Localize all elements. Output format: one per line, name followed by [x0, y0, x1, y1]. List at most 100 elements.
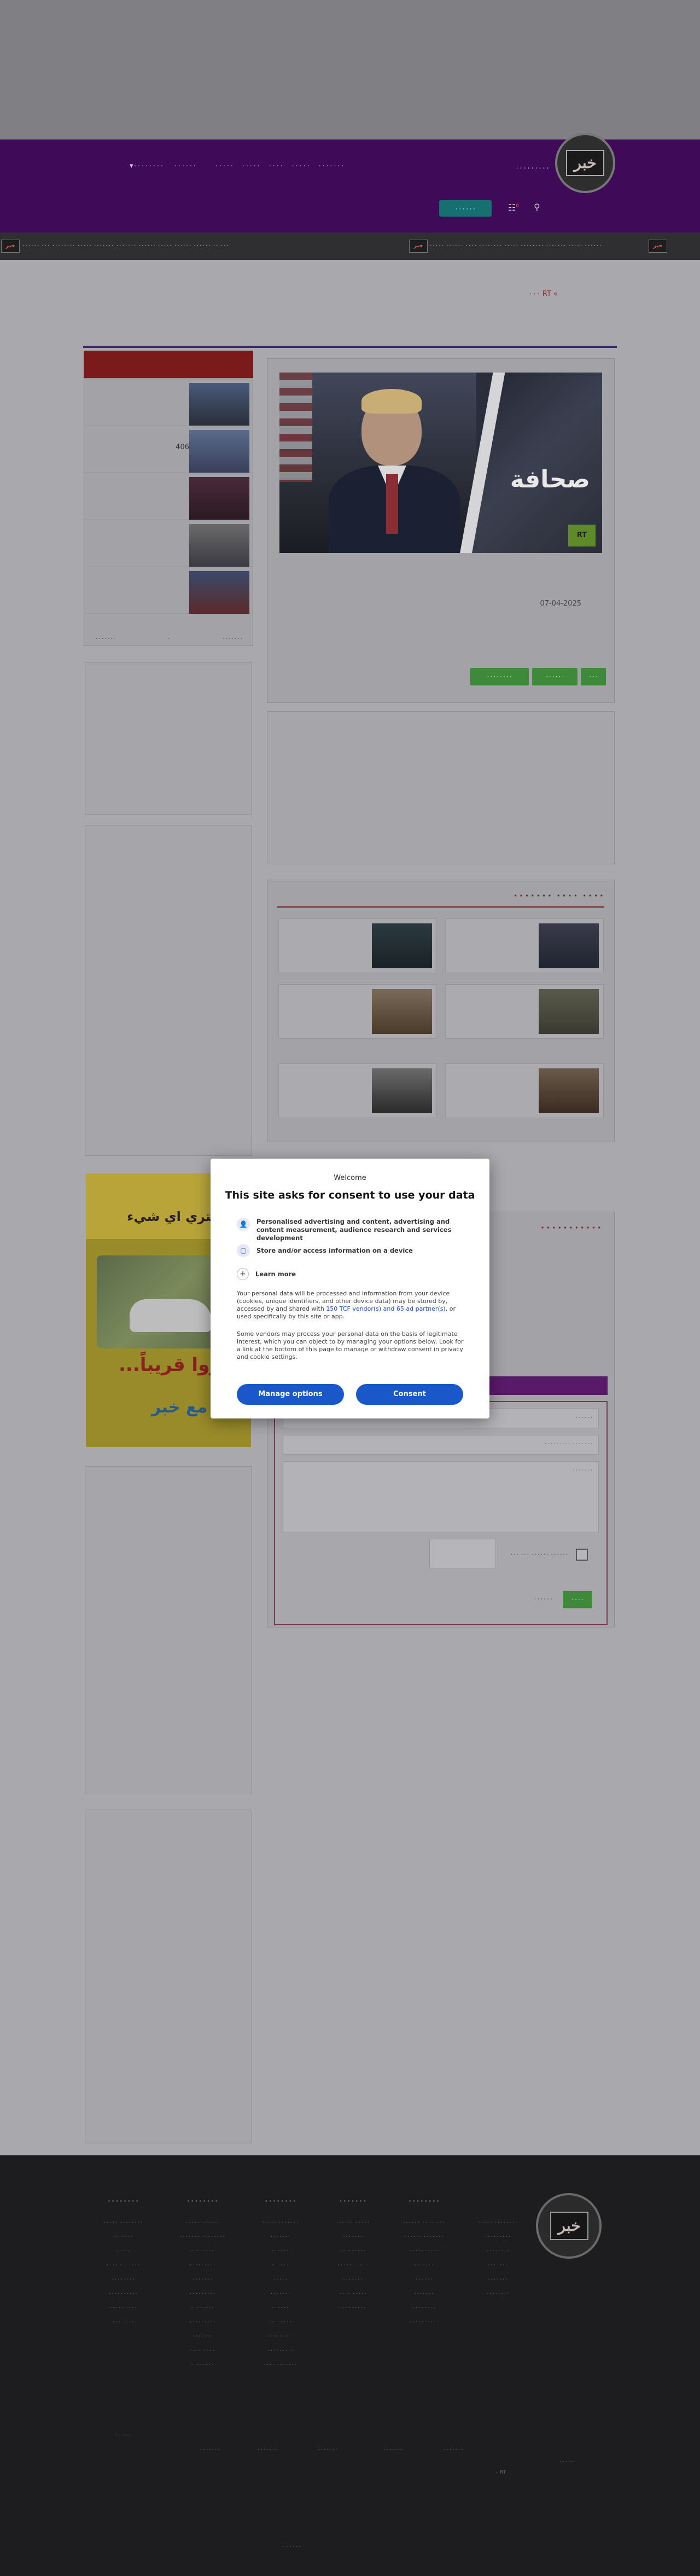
footer-link[interactable]: ٠٠٠٠٠٠ — [246, 2244, 314, 2258]
comment-textarea[interactable]: ٠٠٠٠٠٠٠ — [283, 1461, 599, 1532]
action-button[interactable]: ٠٠٠٠٠٠ — [532, 668, 578, 685]
footer-link[interactable]: ٠٠٠٠٠٠٠٠ — [164, 2301, 241, 2315]
footer-link[interactable]: ٠٠٠٠٠٠٠ ٠٠٠٠ — [246, 2358, 314, 2372]
footer-link[interactable]: ٠٠٠٠٠٠٠٠ — [164, 2358, 241, 2372]
footer-link[interactable]: ٠٠٠٠٠٠٠٠ ٠٠٠٠٠٠٠ — [164, 2230, 241, 2244]
footer-link[interactable]: ٠٠٠٠٠٠٠٠ — [465, 2244, 530, 2258]
footer-link[interactable]: ٠٠٠٠٠٠٠٠ — [386, 2301, 462, 2315]
ad-slot[interactable] — [85, 825, 252, 1156]
footer-link[interactable]: ٠٠٠٠٠٠٠ ٠٠٠٠٠٠ — [386, 2230, 462, 2244]
footer-link[interactable]: ٠٠٠٠٠٠ — [246, 2301, 314, 2315]
ticker-headline[interactable]: ٠٠٠٠٠٠ ٠٠٠٠٠ ٠٠٠٠٠٠٠ ٠٠٠٠٠٠٠٠ ٠٠٠٠٠ ٠٠٠٠… — [429, 242, 602, 248]
footer-bottom-link[interactable]: ٠٠٠٠٠٠٠ — [200, 2446, 220, 2452]
ad-slot[interactable] — [267, 711, 615, 864]
footer-link[interactable]: ٠٠٠٠٠٠٠٠٠٠ — [386, 2244, 462, 2258]
footer-link[interactable]: ٠٠٠٠٠ ٠٠٠٠ — [320, 2287, 386, 2301]
footer-link[interactable]: ٠٠٠٠٠٠٠ — [386, 2287, 462, 2301]
footer-link[interactable]: ٠٠٠٠٠٠٠ — [88, 2230, 159, 2244]
footer-link[interactable]: ٠٠٠٠٠ — [88, 2244, 159, 2258]
learn-more-toggle[interactable]: + Learn more — [237, 1268, 296, 1280]
ad-slot[interactable] — [85, 1466, 252, 1794]
cart-icon[interactable]: ☷0 — [508, 202, 518, 213]
footer-link[interactable]: ٠٠٠٠٠٠٠٠ — [465, 2287, 530, 2301]
action-button[interactable]: ٠٠٠٠٠٠٠٠ — [470, 668, 529, 685]
footer-link[interactable]: ٠٠٠٠٠٠٠٠٠ — [320, 2301, 386, 2315]
footer-link[interactable]: ٠٠٠٠٠٠٠ — [164, 2272, 241, 2287]
ad-slot[interactable] — [85, 662, 252, 815]
footer-link[interactable]: ٠٠٠٠٠٠٠ — [386, 2258, 462, 2272]
footer-link[interactable]: ٠٠٠٠٠ ٠٠٠٠٠٠ — [320, 2216, 386, 2230]
related-item[interactable] — [445, 1063, 604, 1118]
footer-link[interactable]: ٠٠٠٠٠٠٠ ٠٠٠٠٠ — [246, 2216, 314, 2230]
manage-options-button[interactable]: Manage options — [237, 1384, 344, 1405]
footer-link[interactable]: ٠٠٠٠٠٠٠ — [320, 2272, 386, 2287]
footer-link[interactable]: ٠٠٠٠٠٠٠٠٠ — [246, 2344, 314, 2358]
footer-link[interactable]: ٠٠٠٠٠٠ — [246, 2258, 314, 2272]
footer-link[interactable]: ٠٠٠٠٠٠٠ — [320, 2230, 386, 2244]
footer-link[interactable]: ٠٠٠٠٠٠٠٠ — [246, 2315, 314, 2329]
sidebar-footer-link[interactable]: ٠٠٠٠٠٠٠ — [95, 636, 116, 642]
related-item[interactable] — [445, 918, 604, 973]
cancel-button[interactable]: ٠٠٠٠٠٠ — [534, 1595, 553, 1602]
footer-link[interactable]: ٠٠٠٠٠٠٠ — [164, 2329, 241, 2344]
footer-link[interactable]: ٠٠٠٠٠٠٠٠٠٠ — [88, 2287, 159, 2301]
list-item[interactable] — [84, 379, 254, 426]
footer-link[interactable]: ٠٠٠٠٠٠٠٠٠ — [320, 2244, 386, 2258]
consent-button[interactable]: Consent — [356, 1384, 463, 1405]
related-item[interactable] — [278, 1063, 437, 1118]
sidebar-footer-link[interactable]: ٠٠٠٠٠٠٠ — [222, 636, 243, 642]
list-item[interactable] — [84, 520, 254, 567]
nav-item[interactable]: ٠٠٠٠٠ — [241, 162, 260, 170]
nav-item[interactable]: ٠٠٠٠ — [268, 162, 283, 170]
footer-bottom-link[interactable]: ٠٠٠٠٠٠٠ — [443, 2446, 464, 2452]
footer-link[interactable]: ٠٠٠٠٠٠٠٠٠ — [164, 2258, 241, 2272]
footer-logo[interactable]: خبر — [536, 2193, 602, 2259]
footer-link[interactable]: ٠٠٠٠ ٠٠٠٠ — [164, 2344, 241, 2358]
recaptcha-widget[interactable] — [429, 1539, 496, 1568]
footer-link[interactable]: ٠٠٠٠٠٠٠ — [246, 2287, 314, 2301]
footer-link[interactable]: ٠٠٠٠٠٠ ٠٠٠٠٠ — [164, 2216, 241, 2230]
footer-link[interactable]: ٠٠٠٠٠٠٠٠٠ — [164, 2315, 241, 2329]
vendors-link[interactable]: 150 TCF vendor(s) and 65 ad partner(s) — [326, 1305, 445, 1312]
footer-link[interactable]: ٠٠٠٠٠ ٠٠٠٠٠ — [320, 2258, 386, 2272]
ticker-headline[interactable]: ٠٠٠ ٠٠ ٠٠٠٠٠٠ ٠٠٠٠٠٠ ٠٠٠٠٠ ٠٠٠٠٠٠ ٠٠٠٠٠٠… — [22, 242, 229, 248]
footer-link[interactable]: ٠٠٠٠٠٠٠٠ ٠٠٠٠٠ — [465, 2216, 530, 2230]
footer-link[interactable]: ٠٠٠٠٠٠٠ — [246, 2230, 314, 2244]
footer-link[interactable]: ٠٠٠٠ ٠٠٠٠٠ — [88, 2301, 159, 2315]
footer-bottom-link[interactable]: ٠٠٠٠٠٠٠ — [257, 2446, 278, 2452]
footer-link[interactable]: ٠٠٠٠٠٠٠٠٠ — [465, 2230, 530, 2244]
nav-top-right[interactable]: ٠٠٠٠٠٠٠٠٠ — [515, 162, 550, 172]
terms-checkbox[interactable] — [576, 1549, 588, 1561]
email-field[interactable]: ٠٠٠٠٠٠٠ ٠٠٠٠٠٠٠٠٠ — [283, 1435, 599, 1455]
footer-link[interactable]: ٠٠٠٠٠٠٠ — [465, 2258, 530, 2272]
related-item[interactable] — [278, 984, 437, 1039]
footer-link[interactable]: ٠٠٠٠٠٠٠ — [465, 2272, 530, 2287]
list-item[interactable] — [84, 473, 254, 520]
footer-rt-link[interactable]: ٠ RT — [495, 2469, 506, 2475]
related-item[interactable] — [278, 918, 437, 973]
related-item[interactable] — [445, 984, 604, 1039]
footer-link[interactable]: ٠٠٠٠٠٠٠ ٠٠٠٠ — [88, 2258, 159, 2272]
footer-link[interactable]: ٠٠٠٠٠٠٠٠ — [164, 2244, 241, 2258]
action-button[interactable]: ٠٠٠ — [581, 668, 606, 685]
list-item[interactable]: 406 — [84, 426, 254, 473]
site-logo[interactable]: خبر — [555, 133, 615, 193]
footer-link[interactable]: ٠٠٠٠٠ — [246, 2272, 314, 2287]
nav-more-dropdown[interactable]: ▾٠٠٠٠٠٠٠٠ — [130, 162, 164, 170]
footer-link[interactable]: ٠٠٠٠٠٠٠٠٠٠ — [386, 2315, 462, 2329]
live-button[interactable]: ٠٠٠٠٠٠ — [439, 200, 492, 217]
footer-link[interactable]: ٠٠٠٠٠ ٠٠٠٠ — [246, 2329, 314, 2344]
nav-item[interactable]: ٠٠٠٠٠٠ — [173, 162, 196, 170]
search-icon[interactable]: ⚲ — [534, 202, 540, 212]
footer-link[interactable]: ٠٠٠٠٠٠ — [386, 2272, 462, 2287]
nav-item[interactable]: ٠٠٠٠٠ — [214, 162, 234, 170]
nav-item[interactable]: ٠٠٠٠٠٠٠ — [318, 162, 345, 170]
footer-bottom-link[interactable]: ٠٠٠٠٠٠٠ — [317, 2446, 338, 2452]
list-item[interactable] — [84, 567, 254, 614]
breadcrumb[interactable]: ٠٠٠ RT « — [529, 290, 558, 298]
footer-link[interactable]: ٠٠٠٠٠٠٠٠ ٠٠٠٠٠٠ — [386, 2216, 462, 2230]
nav-item[interactable]: ٠٠٠٠٠ — [291, 162, 310, 170]
send-button[interactable]: ٠٠٠٠ — [563, 1591, 592, 1608]
footer-bottom-link[interactable]: ٠٠٠٠٠٠٠ — [383, 2446, 404, 2452]
footer-link[interactable]: ٠٠٠٠ ٠٠٠ — [88, 2315, 159, 2329]
